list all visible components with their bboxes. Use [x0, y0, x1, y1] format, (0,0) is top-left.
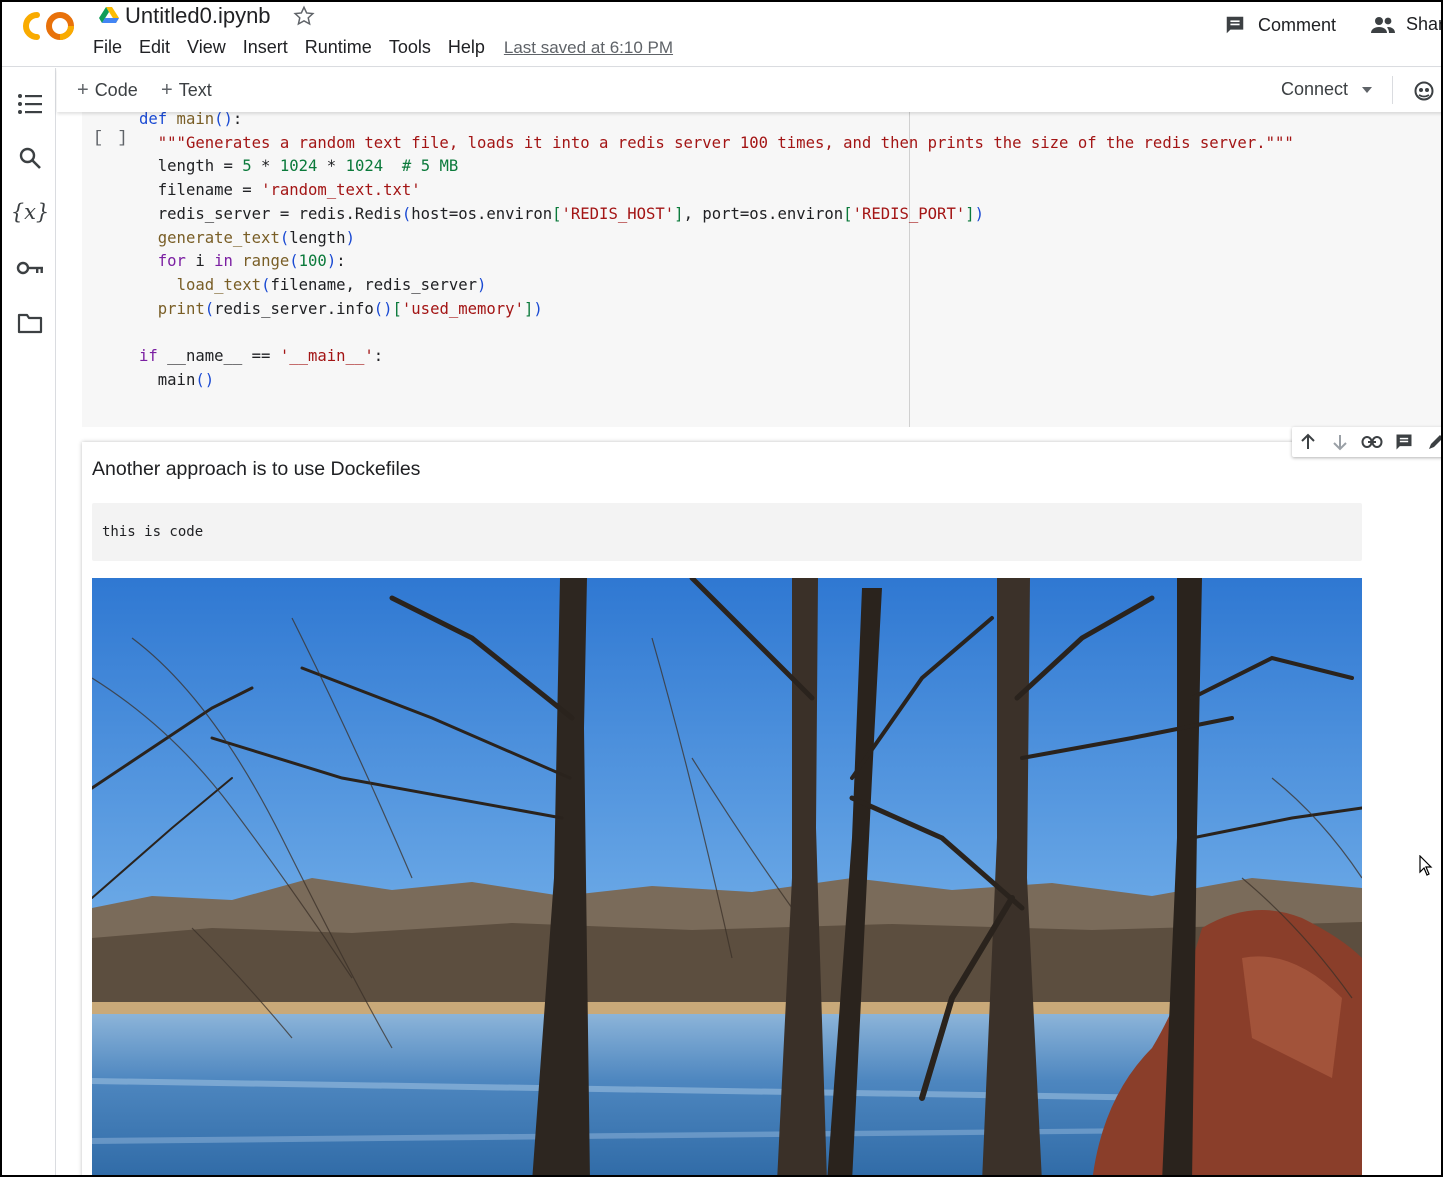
- embedded-lake-photo: [92, 578, 1362, 1175]
- people-icon: [1371, 16, 1395, 33]
- last-saved-link[interactable]: Last saved at 6:10 PM: [504, 38, 673, 58]
- code-line: generate_text(length): [157, 228, 355, 247]
- move-cell-up-icon[interactable]: [1292, 427, 1324, 457]
- colab-logo[interactable]: [22, 9, 78, 43]
- share-label: Share: [1406, 14, 1441, 34]
- star-icon[interactable]: [292, 5, 315, 27]
- code-block-text: this is code: [102, 524, 204, 540]
- code-line: for i in range(100):: [157, 252, 346, 271]
- add-code-label: Code: [94, 80, 138, 100]
- gemini-settings-icon[interactable]: [1413, 80, 1435, 102]
- comment-icon: [1226, 16, 1244, 34]
- code-line: length = 5 * 1024 * 1024 # 5 MB: [157, 157, 459, 176]
- search-icon[interactable]: [16, 144, 44, 172]
- menu-insert[interactable]: Insert: [243, 37, 288, 58]
- code-line: redis_server = redis.Redis(host=os.envir…: [157, 204, 985, 223]
- code-line: def main():: [139, 112, 243, 128]
- plus-icon: +: [77, 79, 89, 101]
- code-line: filename = 'random_text.txt': [157, 181, 421, 200]
- comment-button[interactable]: Comment: [1224, 14, 1336, 36]
- doc-title-row: Untitled0.ipynb: [99, 2, 315, 30]
- toolbar-divider: [1392, 76, 1393, 104]
- files-folder-icon[interactable]: [16, 309, 44, 337]
- menu-help[interactable]: Help: [448, 37, 485, 58]
- menu-view[interactable]: View: [187, 37, 226, 58]
- text-cell[interactable]: Another approach is to use Dockefiles th…: [82, 442, 1441, 1175]
- move-cell-down-icon[interactable]: [1324, 427, 1356, 457]
- markdown-paragraph: Another approach is to use Dockefiles: [92, 458, 421, 480]
- comment-label: Comment: [1258, 14, 1337, 35]
- code-cell[interactable]: [ ] def main(): """Generates a random te…: [82, 112, 1441, 427]
- code-editor[interactable]: def main(): """Generates a random text f…: [139, 112, 1294, 392]
- menu-file[interactable]: File: [93, 37, 122, 58]
- app-window: Untitled0.ipynb File Edit View Insert Ru…: [0, 0, 1443, 1177]
- add-text-label: Text: [178, 80, 212, 100]
- code-line: """Generates a random text file, loads i…: [157, 133, 1294, 152]
- plus-icon: +: [161, 79, 173, 101]
- connect-label: Connect: [1281, 79, 1349, 99]
- code-line: print(redis_server.info()['used_memory']…: [157, 299, 543, 318]
- link-icon[interactable]: [1356, 427, 1388, 457]
- chevron-down-icon[interactable]: [1362, 86, 1373, 93]
- cell-toolbar: [1292, 427, 1441, 457]
- connect-runtime-button[interactable]: Connect: [1281, 79, 1373, 100]
- left-sidebar: {x}: [2, 68, 56, 1175]
- mouse-cursor-icon: [1419, 855, 1433, 876]
- menu-edit[interactable]: Edit: [139, 37, 170, 58]
- run-cell-indicator[interactable]: [ ]: [93, 129, 130, 148]
- secrets-key-icon[interactable]: [16, 254, 44, 282]
- add-code-cell-button[interactable]: + Code: [77, 79, 138, 102]
- menu-runtime[interactable]: Runtime: [305, 37, 372, 58]
- add-comment-icon[interactable]: [1388, 427, 1420, 457]
- code-line: load_text(filename, redis_server): [176, 275, 487, 294]
- share-button[interactable]: Share: [1370, 14, 1441, 35]
- menu-bar: File Edit View Insert Runtime Tools Help…: [93, 37, 673, 58]
- table-of-contents-icon[interactable]: [16, 90, 44, 118]
- notebook-title[interactable]: Untitled0.ipynb: [125, 3, 271, 29]
- google-drive-icon[interactable]: [99, 7, 119, 25]
- markdown-code-block: this is code: [92, 503, 1362, 561]
- header: Untitled0.ipynb File Edit View Insert Ru…: [2, 2, 1441, 67]
- code-line: if __name__ == '__main__':: [139, 347, 384, 366]
- notebook-main: [ ] def main(): """Generates a random te…: [57, 112, 1441, 1175]
- menu-tools[interactable]: Tools: [389, 37, 431, 58]
- code-line: main(): [157, 370, 215, 389]
- edit-pencil-icon[interactable]: [1420, 427, 1441, 457]
- add-text-cell-button[interactable]: + Text: [161, 79, 212, 102]
- variables-icon[interactable]: {x}: [11, 198, 50, 226]
- notebook-toolbar: + Code + Text Connect: [57, 68, 1441, 112]
